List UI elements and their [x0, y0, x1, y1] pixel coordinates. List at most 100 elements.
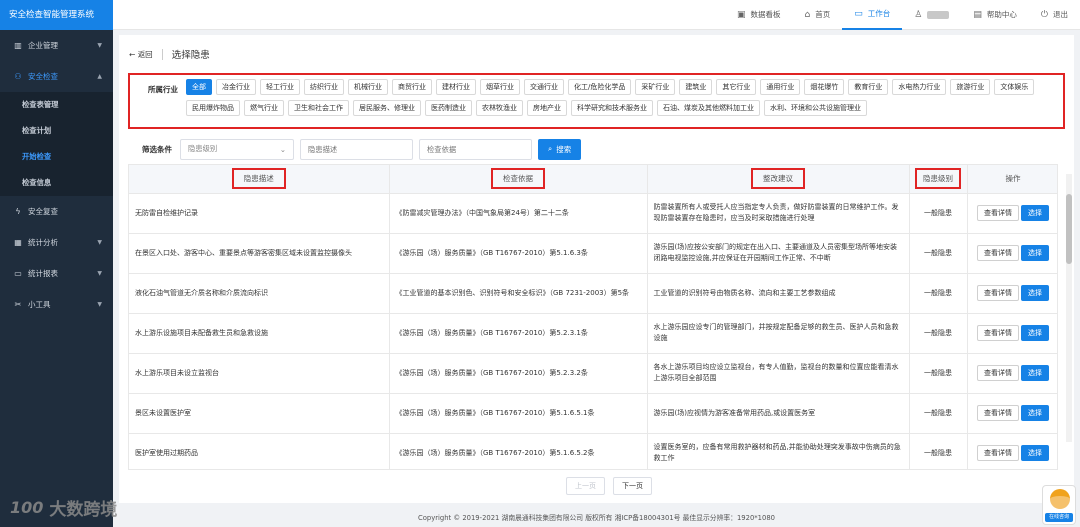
- view-detail-button[interactable]: 查看详情: [977, 365, 1019, 381]
- table-row: 景区未设置医护室 《游乐园（场）服务质量》（GB T16767-2010）第5.1…: [129, 393, 1057, 434]
- cell-advice: 游乐园(场)应按公安部门的规定在出入口、主要通道及人员密集型场所等地安装闭路电视…: [647, 233, 910, 274]
- nav-help[interactable]: ▤ 帮助中心: [961, 0, 1029, 30]
- industry-tag[interactable]: 烟花爆竹: [804, 79, 845, 95]
- industry-tag[interactable]: 水利、环境和公共设施管理业: [764, 100, 867, 116]
- sidebar-item-reports[interactable]: ▭ 统计报表 ▼: [0, 258, 113, 289]
- industry-tag[interactable]: 燃气行业: [244, 100, 284, 116]
- col-advice-label: 整改建议: [751, 168, 805, 190]
- select-button[interactable]: 选择: [1021, 405, 1049, 421]
- industry-tag[interactable]: 机械行业: [348, 79, 388, 95]
- industry-tag[interactable]: 农林牧渔业: [476, 100, 523, 116]
- divider: [161, 48, 163, 60]
- view-detail-button[interactable]: 查看详情: [977, 445, 1019, 461]
- view-detail-button[interactable]: 查看详情: [977, 285, 1019, 301]
- table-row: 无防雷自检维护记录 《防雷减灾管理办法》（中国气象局第24号）第二十二条 防雷装置所…: [129, 193, 1057, 234]
- industry-tag[interactable]: 化工/危险化学品: [568, 79, 632, 95]
- table-body: 无防雷自检维护记录 《防雷减灾管理办法》（中国气象局第24号）第二十二条 防雷装置所…: [129, 193, 1057, 469]
- building-icon: ▥: [14, 41, 22, 50]
- sidebar-item-safety-check[interactable]: ⚇ 安全检查 ▲: [0, 61, 113, 92]
- industry-tag[interactable]: 民用爆炸物品: [186, 100, 240, 116]
- industry-tag[interactable]: 水电热力行业: [892, 79, 947, 95]
- select-button[interactable]: 选择: [1021, 285, 1049, 301]
- industry-tag[interactable]: 旅游行业: [950, 79, 991, 95]
- industry-tag[interactable]: 房地产业: [527, 100, 567, 116]
- sidebar-item-tools[interactable]: ✂ 小工具 ▼: [0, 289, 113, 320]
- scrollbar-thumb[interactable]: [1066, 194, 1072, 264]
- table-row: 水上游乐项目未设立监视台 《游乐园（场）服务质量》（GB T16767-2010）…: [129, 353, 1057, 394]
- cell-advice: 防雷装置所有人或受托人应当指定专人负责，做好防雷装置的日常维护工作。发现防雷装置…: [647, 193, 910, 234]
- industry-tag[interactable]: 卫生和社会工作: [288, 100, 349, 116]
- cell-basis: 《游乐园（场）服务质量》（GB T16767-2010）第5.2.3.2条: [389, 353, 648, 394]
- industry-tag[interactable]: 建材行业: [436, 79, 476, 95]
- basis-input[interactable]: [419, 138, 532, 160]
- select-button[interactable]: 选择: [1021, 205, 1049, 221]
- monitor-icon: ▭: [854, 8, 863, 19]
- sidebar-subitem-start-check[interactable]: 开始检查: [0, 144, 113, 170]
- back-label: 返回: [137, 49, 153, 59]
- industry-tag[interactable]: 通用行业: [760, 79, 801, 95]
- prev-page-button[interactable]: 上一页: [566, 477, 605, 495]
- cell-advice: 游乐园(场)应视情为游客准备常用药品,或设置医务室: [647, 393, 910, 434]
- sidebar-subitem-checklist[interactable]: 检查表管理: [0, 92, 113, 118]
- industry-tag[interactable]: 烟草行业: [480, 79, 520, 95]
- select-button[interactable]: 选择: [1021, 325, 1049, 341]
- industry-tag[interactable]: 全部: [186, 79, 212, 95]
- user-name-redacted: [927, 10, 950, 19]
- industry-tag[interactable]: 医药制造业: [425, 100, 472, 116]
- select-button[interactable]: 选择: [1021, 245, 1049, 261]
- search-icon: ⌕: [548, 144, 553, 153]
- industry-tag[interactable]: 教育行业: [848, 79, 889, 95]
- online-consult-button[interactable]: 在线咨询: [1042, 485, 1076, 525]
- search-button[interactable]: ⌕ 搜索: [538, 138, 582, 160]
- table-row: 水上游乐设施项目未配备救生员和急救设施 《游乐园（场）服务质量》（GB T1676…: [129, 313, 1057, 354]
- industry-tag[interactable]: 冶金行业: [216, 79, 256, 95]
- level-select[interactable]: 隐患级别 ⌄: [180, 138, 294, 160]
- view-detail-button[interactable]: 查看详情: [977, 405, 1019, 421]
- sidebar-item-enterprise[interactable]: ▥ 企业管理 ▼: [0, 30, 113, 61]
- industry-tag[interactable]: 建筑业: [679, 79, 713, 95]
- col-level-label: 隐患级别: [915, 168, 961, 190]
- industry-tag[interactable]: 石油、煤炭及其他燃料加工业: [657, 100, 760, 116]
- chevron-down-icon: ▼: [97, 42, 102, 49]
- industry-tag[interactable]: 采矿行业: [635, 79, 676, 95]
- chevron-down-icon: ▼: [97, 301, 102, 308]
- industry-tag[interactable]: 轻工行业: [260, 79, 300, 95]
- industry-tag[interactable]: 其它行业: [716, 79, 757, 95]
- select-button[interactable]: 选择: [1021, 365, 1049, 381]
- industry-tag[interactable]: 文体娱乐: [994, 79, 1035, 95]
- industry-tag[interactable]: 科学研究和技术服务业: [571, 100, 653, 116]
- table-header-row: 隐患描述 检查依据 整改建议 隐患级别 操作: [129, 165, 1057, 194]
- sidebar-item-recheck[interactable]: ϟ 安全复查: [0, 196, 113, 227]
- industry-tag[interactable]: 居民服务、修理业: [353, 100, 421, 116]
- view-detail-button[interactable]: 查看详情: [977, 325, 1019, 341]
- nav-help-label: 帮助中心: [986, 10, 1017, 19]
- industry-tag[interactable]: 商贸行业: [392, 79, 432, 95]
- top-nav: ▣ 数据看板 ⌂ 首页 ▭ 工作台 ♙ ▤ 帮助中心 ⏻ 退出: [113, 0, 1080, 30]
- sidebar-item-stats[interactable]: ▦ 统计分析 ▼: [0, 227, 113, 258]
- back-link[interactable]: ← 返回: [129, 49, 153, 60]
- app-root: 安全检查智能管理系统 ▥ 企业管理 ▼ ⚇ 安全检查 ▲ 检查表管理 检查计划 …: [0, 0, 1080, 527]
- next-page-button[interactable]: 下一页: [613, 477, 652, 495]
- view-detail-button[interactable]: 查看详情: [977, 245, 1019, 261]
- nav-user[interactable]: ♙: [902, 0, 961, 30]
- cell-level: 一般隐患: [909, 233, 968, 274]
- desc-input[interactable]: [300, 138, 413, 160]
- select-button[interactable]: 选择: [1021, 445, 1049, 461]
- cell-advice: 工业管道的识别符号由物质名称、流向和主要工艺参数组成: [647, 273, 910, 314]
- view-detail-button[interactable]: 查看详情: [977, 205, 1019, 221]
- cell-level: 一般隐患: [909, 273, 968, 314]
- sidebar-subitem-plan[interactable]: 检查计划: [0, 118, 113, 144]
- nav-home[interactable]: ⌂ 首页: [793, 0, 843, 30]
- dashboard-icon: ▣: [737, 9, 746, 20]
- flash-icon: ϟ: [15, 207, 21, 216]
- nav-home-label: 首页: [815, 10, 831, 19]
- nav-dashboard[interactable]: ▣ 数据看板: [725, 0, 793, 30]
- nav-logout[interactable]: ⏻ 退出: [1029, 0, 1080, 30]
- industry-tag[interactable]: 纺织行业: [304, 79, 344, 95]
- table-scrollbar[interactable]: [1066, 174, 1072, 442]
- industry-tag[interactable]: 交通行业: [524, 79, 564, 95]
- sidebar-subitem-check-info[interactable]: 检查信息: [0, 170, 113, 196]
- col-advice: 整改建议: [647, 165, 910, 194]
- nav-workbench[interactable]: ▭ 工作台: [842, 0, 903, 30]
- watermark-text: 大数跨境: [49, 500, 118, 520]
